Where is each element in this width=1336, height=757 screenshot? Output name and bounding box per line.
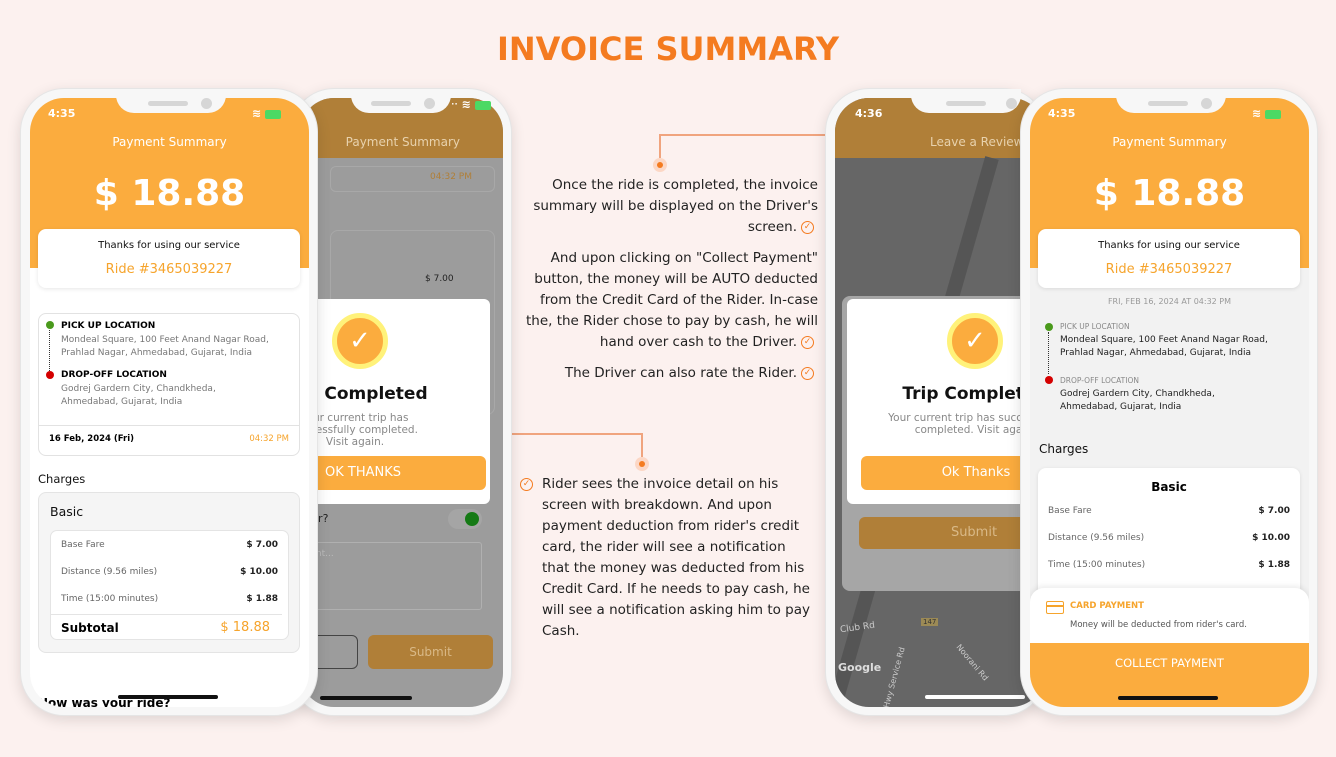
- credit-card-icon: [1046, 601, 1064, 614]
- phone-driver-dialog: 4:36 Leave a Review Club Rd Noorani Rd H…: [825, 88, 1047, 716]
- check-circle-icon: ✓: [801, 366, 814, 380]
- ride-number: Ride #3465039227: [1105, 262, 1233, 277]
- fare-row: Base Fare $ 7.00: [61, 540, 278, 550]
- map-label: 147: [921, 618, 939, 626]
- submit-button[interactable]: Submit: [368, 635, 493, 669]
- ride-datetime: FRI, FEB 16, 2024 AT 04:32 PM: [1107, 297, 1232, 306]
- plan-name: Basic: [1151, 480, 1187, 494]
- dialog-title: Trip Completed: [902, 384, 1045, 404]
- dialog-message: Your current trip has successfully compl…: [300, 412, 418, 448]
- base-fare-value: $ 7.00: [425, 274, 454, 284]
- check-circle-icon: ✓: [801, 220, 814, 234]
- status-time: 4:35: [1048, 107, 1076, 120]
- driver-note: Once the ride is completed, the invoice …: [533, 177, 818, 235]
- home-indicator: [118, 695, 218, 699]
- fare-row: Distance (9.56 miles) $ 10.00: [61, 567, 278, 577]
- pickup-label: PICK UP LOCATION: [1060, 322, 1130, 331]
- trip-completed-dialog: ✓ Trip Completed Your current trip has s…: [847, 299, 1045, 504]
- pickup-dot-icon: [1045, 323, 1053, 331]
- ride-date: 16 Feb, 2024 (Fri): [49, 434, 135, 444]
- dialog-title: Trip Completed: [300, 384, 428, 404]
- home-indicator: [925, 695, 1025, 699]
- screen-header: Payment Summary: [1112, 135, 1227, 149]
- fare-row: Time (15:00 minutes) $ 1.88: [61, 594, 278, 604]
- fare-row: Distance (9.56 miles) $ 10.00: [1048, 533, 1290, 543]
- ride-number: Ride #3465039227: [105, 262, 233, 277]
- charges-heading: Charges: [1039, 442, 1089, 456]
- rider-note: Rider sees the invoice detail on his scr…: [542, 476, 811, 639]
- phone-driver-invoice: 4:35 ≋ Payment Summary $ 18.88 Thanks fo…: [1020, 88, 1318, 716]
- plan-name: Basic: [50, 504, 84, 519]
- pickup-dot-icon: [46, 321, 54, 329]
- trip-completed-dialog: ✓ Trip Completed Your current trip has s…: [300, 299, 490, 504]
- map-label: Noorani Rd: [954, 642, 990, 683]
- ride-time: 04:32 PM: [430, 172, 472, 182]
- dropoff-dot-icon: [46, 371, 54, 379]
- fare-row: Time (15:00 minutes) $ 1.88: [1048, 560, 1290, 570]
- location-card: PICK UP LOCATION Mondeal Square, 100 Fee…: [38, 313, 300, 456]
- connector-line: [512, 433, 643, 435]
- status-time: 4:36: [855, 107, 883, 120]
- dropoff-address: Godrej Gardern City, Chandkheda, Ahmedab…: [1060, 389, 1215, 412]
- pickup-address: Mondeal Square, 100 Feet Anand Nagar Roa…: [1060, 335, 1268, 358]
- charges-heading: Charges: [38, 472, 86, 486]
- map-label: Hwy Service Rd: [881, 646, 907, 707]
- driver-note: And upon clicking on "Collect Payment" b…: [525, 250, 818, 350]
- total-amount: $ 18.88: [1093, 173, 1246, 214]
- connector-dot: [653, 158, 667, 172]
- fare-row: Base Fare $ 7.00: [1048, 506, 1290, 516]
- total-amount: $ 18.88: [93, 173, 246, 214]
- ride-time: 04:32 PM: [249, 434, 289, 444]
- ok-thanks-button[interactable]: Ok Thanks: [861, 456, 1045, 490]
- connector-line: [641, 433, 643, 457]
- home-indicator: [1118, 696, 1218, 700]
- connector-line: [660, 134, 825, 136]
- charges-card: Basic Base Fare $ 7.00 Distance (9.56 mil…: [38, 492, 300, 653]
- rider-note-block: ✓ Rider sees the invoice detail on his s…: [520, 474, 815, 642]
- dropoff-label: DROP-OFF LOCATION: [1060, 376, 1139, 385]
- screen-header: Leave a Review: [930, 135, 1024, 149]
- screen-header: Payment Summary: [345, 135, 460, 149]
- dropoff-label: DROP-OFF LOCATION: [61, 370, 167, 380]
- charges-card: Basic Base Fare $ 7.00 Distance (9.56 mil…: [1038, 468, 1300, 608]
- ok-thanks-button[interactable]: OK THANKS: [300, 456, 486, 490]
- comment-input[interactable]: Comment...: [300, 542, 482, 610]
- pickup-address: Mondeal Square, 100 Feet Anand Nagar Roa…: [61, 335, 269, 358]
- page-title: INVOICE SUMMARY: [496, 30, 840, 68]
- ride-card: Thanks for using our service Ride #34650…: [38, 229, 300, 288]
- map-logo: Google: [838, 661, 882, 674]
- subtotal-label: Subtotal: [61, 621, 119, 635]
- payment-method-label: CARD PAYMENT: [1070, 601, 1144, 611]
- rate-driver-toggle[interactable]: [448, 509, 482, 529]
- dropoff-dot-icon: [1045, 376, 1053, 384]
- home-indicator: [320, 696, 412, 700]
- pickup-label: PICK UP LOCATION: [61, 321, 156, 331]
- payment-note: Money will be deducted from rider's card…: [1070, 620, 1247, 630]
- submit-button[interactable]: Submit: [859, 517, 1045, 549]
- thanks-text: Thanks for using our service: [1098, 240, 1240, 251]
- status-time: 4:35: [48, 107, 76, 120]
- phone-rider-dialog: Payment Summary 04:32 PM $ 7.00 ✓ Trip C…: [290, 88, 512, 716]
- connector-line: [659, 134, 661, 158]
- check-icon: ✓: [947, 313, 1003, 369]
- subtotal-value: $ 18.88: [220, 620, 270, 635]
- driver-notes: Once the ride is completed, the invoice …: [520, 175, 818, 384]
- connector-dot: [635, 457, 649, 471]
- ride-card: Thanks for using our service Ride #34650…: [1038, 229, 1300, 288]
- screen-header: Payment Summary: [112, 135, 227, 149]
- driver-note: The Driver can also rate the Rider.: [564, 365, 797, 381]
- check-circle-icon: ✓: [801, 335, 814, 349]
- check-circle-icon: ✓: [520, 478, 533, 491]
- thanks-text: Thanks for using our service: [98, 240, 240, 251]
- dropoff-address: Godrej Gardern City, Chandkheda, Ahmedab…: [61, 384, 216, 407]
- check-icon: ✓: [332, 313, 388, 369]
- phone-rider-invoice: 4:35 ≋ Payment Summary $ 18.88 Thanks fo…: [20, 88, 318, 716]
